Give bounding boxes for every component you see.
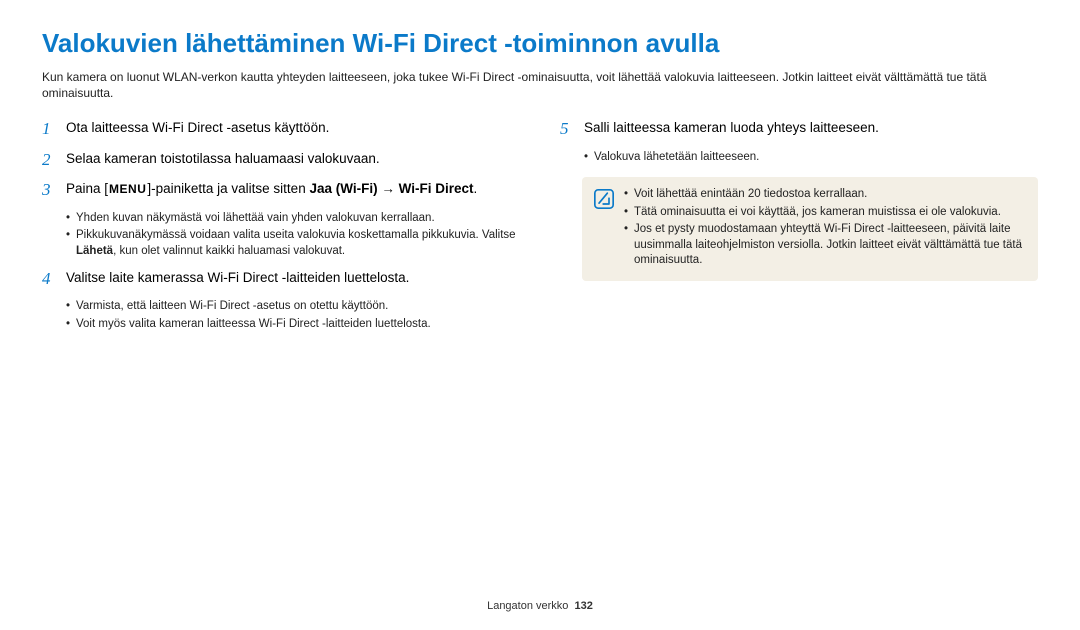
step3-end: . bbox=[474, 181, 478, 196]
step-3-sublist: Yhden kuvan näkymästä voi lähettää vain … bbox=[42, 211, 520, 260]
intro-paragraph: Kun kamera on luonut WLAN-verkon kautta … bbox=[42, 69, 1038, 101]
step-4-sublist: Varmista, että laitteen Wi-Fi Direct -as… bbox=[42, 299, 520, 332]
step-1: 1 Ota laitteessa Wi-Fi Direct -asetus kä… bbox=[42, 119, 520, 139]
right-column: 5 Salli laitteessa kameran luoda yhteys … bbox=[560, 119, 1038, 342]
step3-bold1: Jaa (Wi-Fi) bbox=[309, 181, 377, 196]
step-number: 1 bbox=[42, 119, 56, 139]
page-footer: Langaton verkko 132 bbox=[0, 600, 1080, 612]
note-box: Voit lähettää enintään 20 tiedostoa kerr… bbox=[582, 177, 1038, 281]
arrow-icon: → bbox=[378, 181, 399, 196]
step-text: Selaa kameran toistotilassa haluamaasi v… bbox=[66, 150, 520, 168]
step3-mid: ]-painiketta ja valitse sitten bbox=[147, 181, 309, 196]
step-text: Ota laitteessa Wi-Fi Direct -asetus käyt… bbox=[66, 119, 520, 137]
list-item: Valokuva lähetetään laitteeseen. bbox=[584, 150, 1038, 166]
page-title: Valokuvien lähettäminen Wi-Fi Direct -to… bbox=[42, 28, 1038, 59]
footer-page-number: 132 bbox=[575, 600, 593, 612]
step-text: Salli laitteessa kameran luoda yhteys la… bbox=[584, 119, 1038, 137]
sub2-b: Lähetä bbox=[76, 245, 113, 257]
left-column: 1 Ota laitteessa Wi-Fi Direct -asetus kä… bbox=[42, 119, 520, 342]
list-item: Tätä ominaisuutta ei voi käyttää, jos ka… bbox=[624, 205, 1026, 221]
step3-prefix: Paina [ bbox=[66, 181, 108, 196]
step-3: 3 Paina [MENU]-painiketta ja valitse sit… bbox=[42, 180, 520, 200]
note-list: Voit lähettää enintään 20 tiedostoa kerr… bbox=[624, 187, 1026, 271]
step-5: 5 Salli laitteessa kameran luoda yhteys … bbox=[560, 119, 1038, 139]
list-item: Jos et pysty muodostamaan yhteyttä Wi-Fi… bbox=[624, 222, 1026, 269]
step-number: 2 bbox=[42, 150, 56, 170]
step3-bold2: Wi-Fi Direct bbox=[399, 181, 474, 196]
note-icon bbox=[594, 189, 614, 209]
list-item: Pikkukuvanäkymässä voidaan valita useita… bbox=[66, 228, 520, 259]
content-columns: 1 Ota laitteessa Wi-Fi Direct -asetus kä… bbox=[42, 119, 1038, 342]
step-number: 4 bbox=[42, 269, 56, 289]
step-2: 2 Selaa kameran toistotilassa haluamaasi… bbox=[42, 150, 520, 170]
step-number: 5 bbox=[560, 119, 574, 139]
sub2-c: , kun olet valinnut kaikki haluamasi val… bbox=[113, 245, 345, 257]
list-item: Varmista, että laitteen Wi-Fi Direct -as… bbox=[66, 299, 520, 315]
step-4: 4 Valitse laite kamerassa Wi-Fi Direct -… bbox=[42, 269, 520, 289]
list-item: Voit myös valita kameran laitteessa Wi-F… bbox=[66, 317, 520, 333]
step-5-sublist: Valokuva lähetetään laitteeseen. bbox=[560, 150, 1038, 166]
step-number: 3 bbox=[42, 180, 56, 200]
step-text: Valitse laite kamerassa Wi-Fi Direct -la… bbox=[66, 269, 520, 287]
footer-section: Langaton verkko bbox=[487, 600, 568, 612]
list-item: Yhden kuvan näkymästä voi lähettää vain … bbox=[66, 211, 520, 227]
menu-icon: MENU bbox=[108, 182, 147, 198]
manual-page: Valokuvien lähettäminen Wi-Fi Direct -to… bbox=[0, 0, 1080, 630]
step-text: Paina [MENU]-painiketta ja valitse sitte… bbox=[66, 180, 520, 198]
sub2-a: Pikkukuvanäkymässä voidaan valita useita… bbox=[76, 229, 516, 241]
list-item: Voit lähettää enintään 20 tiedostoa kerr… bbox=[624, 187, 1026, 203]
